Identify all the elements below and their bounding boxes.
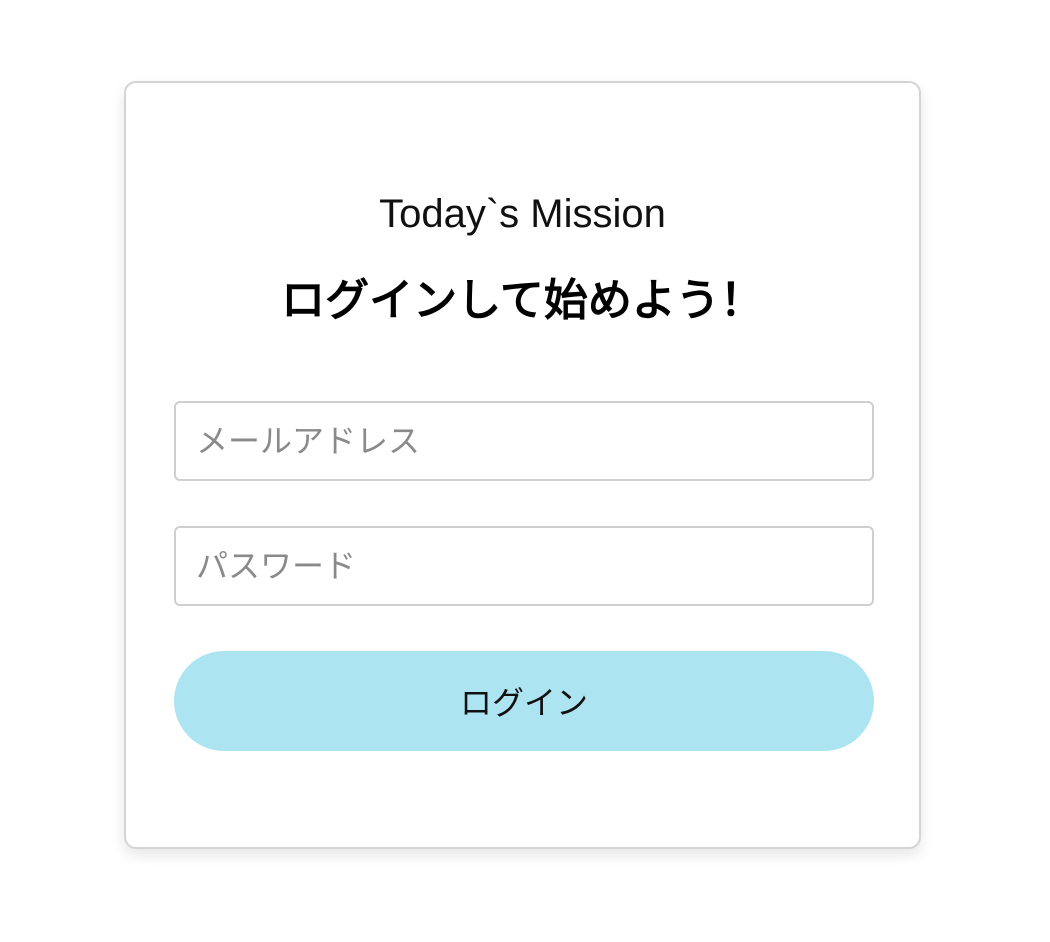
login-button[interactable]: ログイン bbox=[174, 651, 874, 751]
login-headline: ログインして始めよう！ bbox=[281, 276, 764, 325]
email-input[interactable] bbox=[174, 401, 874, 481]
password-input[interactable] bbox=[174, 526, 874, 606]
login-card: Today`s Mission ログインして始めよう！ ログイン bbox=[124, 81, 921, 849]
app-title: Today`s Mission bbox=[379, 192, 666, 236]
